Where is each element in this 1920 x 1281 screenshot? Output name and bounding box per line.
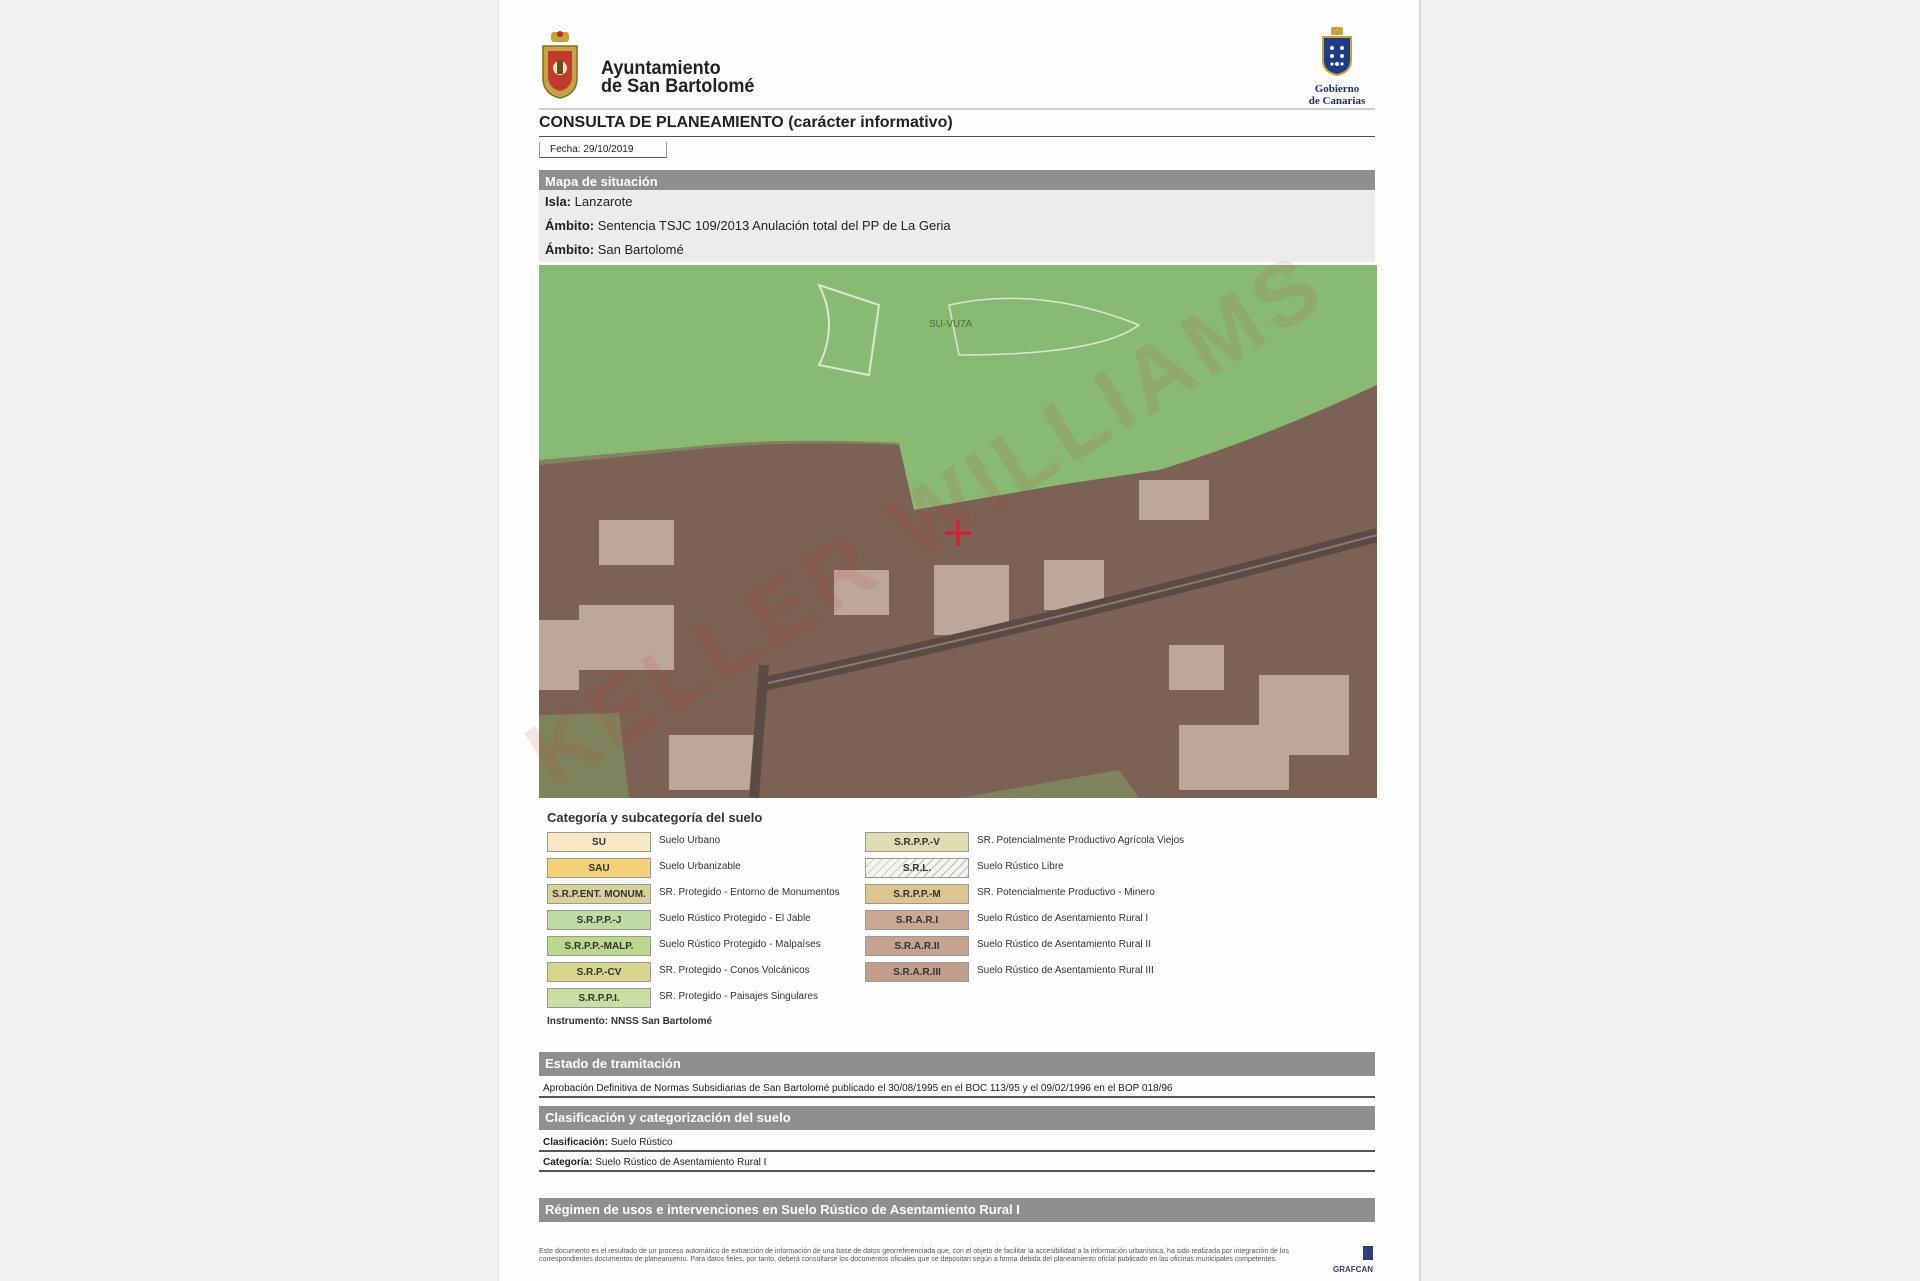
legend-item: S.R.P.P.I. SR. Protegido - Paisajes Singu… bbox=[547, 988, 927, 1010]
info-row-ambito-1: Ámbito: Sentencia TSJC 109/2013 Anulació… bbox=[539, 214, 1375, 238]
legend-swatch: S.R.P.P.I. bbox=[547, 988, 651, 1008]
organization-name: Ayuntamiento de San Bartolomé bbox=[601, 59, 755, 97]
legend-label: SR. Protegido - Entorno de Monumentos bbox=[659, 887, 840, 898]
categoria-value: Suelo Rústico de Asentamiento Rural I bbox=[595, 1157, 767, 1168]
page-title: CONSULTA DE PLANEAMIENTO (carácter infor… bbox=[539, 114, 953, 131]
legend-swatch: S.R.P.-CV bbox=[547, 962, 651, 982]
legend-item: S.R.A.R.III Suelo Rústico de Asentamiento… bbox=[865, 962, 1245, 984]
org-line2: de San Bartolomé bbox=[601, 76, 755, 97]
map-zone-label: SU-VU7A bbox=[929, 319, 973, 330]
legend-label: SR. Protegido - Paisajes Singulares bbox=[659, 991, 818, 1002]
section-header-tramitacion: Estado de tramitación bbox=[539, 1052, 1375, 1076]
legend-label: Suelo Rústico Protegido - Malpaíses bbox=[659, 939, 821, 950]
grafcan-logo: GRAFCAN bbox=[1325, 1246, 1375, 1276]
legend-swatch: S.R.A.R.I bbox=[865, 910, 969, 930]
instrument-text: Instrumento: NNSS San Bartolomé bbox=[547, 1016, 713, 1027]
legend-label: Suelo Rústico Protegido - El Jable bbox=[659, 913, 811, 924]
legend-swatch: S.R.P.P.-M bbox=[865, 884, 969, 904]
section-header-regimen: Régimen de usos e intervenciones en Suel… bbox=[539, 1198, 1375, 1222]
section-header-clasificacion: Clasificación y categorización del suelo bbox=[539, 1106, 1375, 1130]
divider bbox=[539, 108, 1375, 110]
legend-label: SR. Potencialmente Productivo - Minero bbox=[977, 887, 1155, 898]
legend-label: Suelo Rústico de Asentamiento Rural I bbox=[977, 913, 1149, 924]
gov-name: Gobierno de Canarias bbox=[1297, 83, 1377, 107]
legend-item: S.R.P.P.-M SR. Potencialmente Productivo … bbox=[865, 884, 1245, 906]
legend-label: SR. Protegido - Conos Volcánicos bbox=[659, 965, 810, 976]
gobierno-crest-icon bbox=[1322, 27, 1352, 77]
legend-swatch: S.R.P.P.-MALP. bbox=[547, 936, 651, 956]
legend-label: Suelo Rústico Libre bbox=[977, 861, 1064, 872]
info-label: Ámbito: bbox=[545, 242, 595, 257]
legend-swatch: S.R.A.R.III bbox=[865, 962, 969, 982]
info-value: San Bartolomé bbox=[597, 242, 684, 257]
legend-swatch: S.R.L. bbox=[865, 858, 969, 878]
clasificacion-label: Clasificación: bbox=[543, 1137, 609, 1148]
clasificacion-value: Suelo Rústico bbox=[610, 1137, 673, 1148]
legend-label: Suelo Rústico de Asentamiento Rural III bbox=[977, 965, 1154, 976]
info-row-isla: Isla: Lanzarote bbox=[539, 190, 1375, 214]
divider bbox=[539, 136, 1375, 137]
legend-swatch: SU bbox=[547, 832, 651, 852]
legend-item: S.R.P.P.-V SR. Potencialmente Productivo … bbox=[865, 832, 1245, 854]
legend-item: S.R.A.R.I Suelo Rústico de Asentamiento R… bbox=[865, 910, 1245, 932]
document-page: Ayuntamiento de San Bartolomé Gobierno d… bbox=[498, 0, 1421, 1281]
gobierno-logo: Gobierno de Canarias bbox=[1297, 26, 1377, 107]
info-row-ambito-2: Ámbito: San Bartolomé bbox=[539, 238, 1375, 262]
legend-item: S.R.A.R.II Suelo Rústico de Asentamiento … bbox=[865, 936, 1245, 958]
gov-line1: Gobierno bbox=[1314, 83, 1360, 95]
gov-line2: de Canarias bbox=[1308, 95, 1366, 107]
legend-swatch: S.R.A.R.II bbox=[865, 936, 969, 956]
legend-label: Suelo Urbano bbox=[659, 835, 721, 846]
info-value: Sentencia TSJC 109/2013 Anulación total … bbox=[597, 218, 951, 233]
ayuntamiento-crest-icon bbox=[542, 31, 578, 99]
tramitacion-text: Aprobación Definitiva de Normas Subsidia… bbox=[539, 1080, 1375, 1098]
categoria-row: Categoría: Suelo Rústico de Asentamiento… bbox=[539, 1154, 1375, 1172]
legend-label: Suelo Rústico de Asentamiento Rural II bbox=[977, 939, 1151, 950]
grafcan-text: GRAFCAN bbox=[1333, 1265, 1373, 1274]
legend-item: S.R.L. Suelo Rústico Libre bbox=[865, 858, 1245, 880]
legend-swatch: S.R.P.P.-J bbox=[547, 910, 651, 930]
date-field: Fecha: 29/10/2019 bbox=[539, 142, 667, 158]
legend-swatch: S.R.P.P.-V bbox=[865, 832, 969, 852]
categoria-label: Categoría: bbox=[543, 1157, 593, 1168]
clasificacion-row: Clasificación: Suelo Rústico bbox=[539, 1134, 1375, 1152]
grafcan-logo-icon: GRAFCAN bbox=[1333, 1246, 1373, 1274]
legend-title: Categoría y subcategoría del suelo bbox=[547, 810, 763, 825]
legend-swatch: S.R.P.ENT. MONUM. bbox=[547, 884, 651, 904]
info-value: Lanzarote bbox=[574, 194, 633, 209]
legend-label: Suelo Urbanizable bbox=[659, 861, 741, 872]
legend-swatch: SAU bbox=[547, 858, 651, 878]
footer-disclaimer: Este documento es el resultado de un pro… bbox=[539, 1248, 1289, 1263]
info-label: Isla: bbox=[545, 194, 572, 209]
legend-label: SR. Potencialmente Productivo Agrícola V… bbox=[977, 835, 1185, 846]
info-label: Ámbito: bbox=[545, 218, 595, 233]
situation-map: SU-VU7A bbox=[539, 265, 1377, 798]
